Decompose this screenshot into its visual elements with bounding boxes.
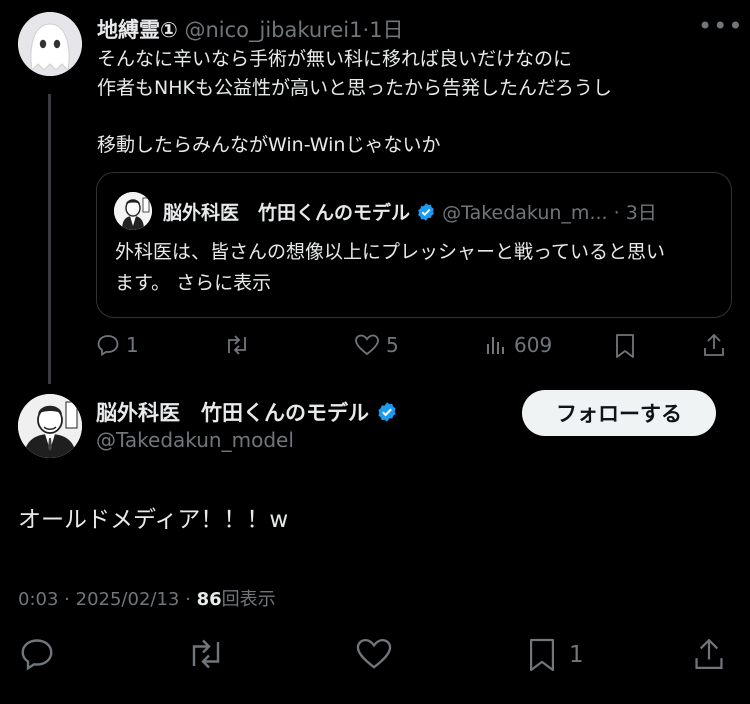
quote-text-line-2: ます。 <box>115 272 171 294</box>
avatar-ghost[interactable] <box>18 12 82 76</box>
main-display-name-row: 脳外科医 竹田くんのモデル <box>96 397 398 428</box>
parent-display-name[interactable]: 地縛霊① <box>97 18 178 42</box>
main-handle[interactable]: @Takedakun_model <box>96 428 294 452</box>
quote-handle[interactable]: @Takedakun_m... <box>442 202 607 224</box>
quote-time[interactable]: 3日 <box>626 202 657 224</box>
parent-handle[interactable]: @nico_jibakurei1 <box>184 18 362 42</box>
quote-avatar <box>114 192 152 230</box>
views-count-main: 86 <box>196 589 222 610</box>
share-icon <box>692 636 726 672</box>
bookmark-button[interactable] <box>614 333 636 359</box>
main-avatar[interactable] <box>18 394 82 458</box>
reply-button[interactable]: 1 <box>96 333 139 357</box>
meta-sep-2: · <box>185 589 191 610</box>
reply-count: 1 <box>126 333 139 357</box>
views-count: 609 <box>514 333 553 357</box>
parent-header: 地縛霊① @nico_jibakurei1·1日 <box>97 14 404 44</box>
parent-time[interactable]: 1日 <box>369 18 403 42</box>
parent-text-line-1: そんなに辛いなら手術が無い科に移れば良いだけなのに <box>97 48 573 70</box>
more-icon[interactable]: ••• <box>698 12 743 40</box>
like-icon <box>354 333 380 357</box>
quote-text-line-1: 外科医は、皆さんの想像以上にプレッシャーと戦っていると思い <box>115 241 666 263</box>
main-bookmark-button[interactable]: 1 <box>527 636 584 674</box>
retweet-button[interactable] <box>224 333 250 357</box>
quote-text: 外科医は、皆さんの想像以上にプレッシャーと戦っていると思い ます。 さらに表示 <box>115 237 665 299</box>
parent-text-line-3: 移動したらみんながWin-Winじゃないか <box>97 134 441 156</box>
reply-icon <box>96 333 120 357</box>
main-share-button[interactable] <box>692 636 726 672</box>
parent-text-line-2: 作者もNHKも公益性が高いと思ったから告発したんだろうし <box>97 77 612 99</box>
quote-display-name[interactable]: 脳外科医 竹田くんのモデル <box>163 202 410 224</box>
tweet-time[interactable]: 0:03 <box>18 589 58 610</box>
bookmark-count: 1 <box>569 642 584 668</box>
bookmark-icon <box>527 636 557 674</box>
main-like-button[interactable] <box>355 636 393 672</box>
show-more-link[interactable]: さらに表示 <box>176 272 271 294</box>
reply-icon <box>18 636 56 672</box>
share-icon <box>702 332 726 358</box>
follow-button[interactable]: フォローする <box>522 390 716 436</box>
retweet-icon <box>186 636 226 672</box>
meta-sep-1: · <box>64 589 70 610</box>
views-button[interactable]: 609 <box>484 333 552 357</box>
like-button[interactable]: 5 <box>354 333 399 357</box>
verified-icon <box>376 401 398 428</box>
quote-sep: · <box>613 202 620 224</box>
share-button[interactable] <box>702 332 726 358</box>
quoted-tweet-card[interactable]: 脳外科医 竹田くんのモデル @Takedakun_m... · 3日 外科医は、… <box>96 172 732 318</box>
views-icon <box>484 333 508 357</box>
tweet-date[interactable]: 2025/02/13 <box>76 589 180 610</box>
verified-icon <box>416 202 436 227</box>
main-retweet-button[interactable] <box>186 636 226 672</box>
views-label: 回表示 <box>221 589 276 610</box>
retweet-icon <box>224 333 250 357</box>
like-count: 5 <box>386 333 399 357</box>
main-reply-button[interactable] <box>18 636 56 672</box>
main-tweet-text: オールドメディア！！！w <box>18 507 289 533</box>
like-icon <box>355 636 393 672</box>
main-display-name[interactable]: 脳外科医 竹田くんのモデル <box>96 401 369 425</box>
thread-line <box>48 94 51 384</box>
tweet-meta: 0:03 · 2025/02/13 · 86回表示 <box>18 585 276 611</box>
quote-header: 脳外科医 竹田くんのモデル @Takedakun_m... · 3日 <box>163 198 657 227</box>
bookmark-icon <box>614 333 636 359</box>
